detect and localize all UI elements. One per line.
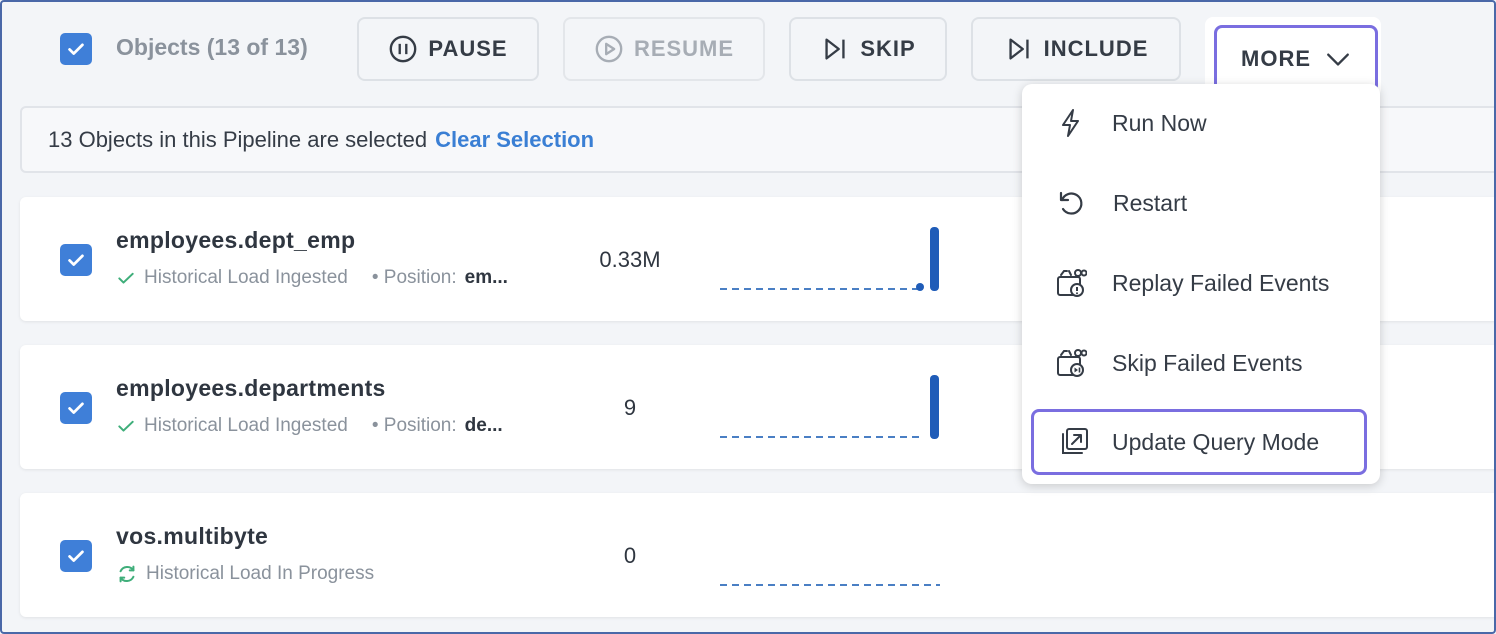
events-sparkline — [720, 227, 939, 291]
resume-label: RESUME — [633, 36, 735, 61]
menu-item-label: Update Query Mode — [1112, 428, 1320, 455]
menu-item-run-now[interactable]: Run Now — [1022, 88, 1380, 158]
check-icon — [118, 272, 134, 284]
events-sparkline — [720, 584, 940, 586]
resume-button[interactable]: RESUME — [563, 17, 765, 81]
selection-text: 13 Objects in this Pipeline are selected — [48, 126, 428, 152]
check-icon — [118, 420, 134, 432]
object-name[interactable]: vos.multibyte — [116, 523, 268, 550]
chevron-down-icon — [1327, 53, 1349, 66]
position-value: de... — [464, 415, 503, 436]
more-dropdown-menu: Run Now Restart Replay Failed Events Ski… — [1022, 84, 1380, 484]
object-name[interactable]: employees.dept_emp — [116, 227, 355, 254]
position-label: • Position: — [371, 415, 457, 436]
more-label: MORE — [1241, 46, 1311, 71]
menu-item-label: Run Now — [1112, 109, 1207, 136]
table-row[interactable]: vos.multibyte Historical Load In Progres… — [20, 493, 1496, 617]
include-label: INCLUDE — [1043, 36, 1149, 61]
check-icon — [68, 43, 84, 55]
skip-failed-icon — [1054, 346, 1088, 380]
menu-item-replay-failed-events[interactable]: Replay Failed Events — [1022, 248, 1380, 318]
menu-item-label: Replay Failed Events — [1112, 269, 1330, 296]
skip-icon — [825, 38, 845, 60]
skip-label: SKIP — [860, 36, 916, 61]
include-icon — [1009, 38, 1029, 60]
status-text: Historical Load In Progress — [146, 563, 375, 584]
check-icon — [68, 550, 84, 562]
restart-icon — [1054, 186, 1088, 220]
check-icon — [68, 254, 84, 266]
check-icon — [68, 402, 84, 414]
object-name[interactable]: employees.departments — [116, 375, 386, 402]
include-button[interactable]: INCLUDE — [971, 17, 1181, 81]
position-value: em... — [464, 267, 508, 288]
menu-item-label: Skip Failed Events — [1112, 349, 1303, 376]
menu-item-skip-failed-events[interactable]: Skip Failed Events — [1022, 328, 1380, 398]
event-count: 0 — [623, 543, 637, 568]
row-checkbox[interactable] — [60, 244, 92, 276]
position-label: • Position: — [371, 267, 457, 288]
status-text: Historical Load Ingested — [144, 415, 348, 436]
play-icon — [595, 35, 623, 63]
update-query-icon — [1057, 425, 1091, 459]
object-status: Historical Load Ingested • Position: de.… — [116, 415, 503, 437]
events-sparkline — [720, 375, 939, 439]
sync-icon — [119, 565, 135, 583]
object-status: Historical Load Ingested • Position: em.… — [116, 267, 508, 289]
pause-icon — [390, 35, 417, 63]
pause-label: PAUSE — [428, 36, 508, 61]
clear-selection-link[interactable]: Clear Selection — [435, 127, 594, 153]
replay-failed-icon — [1054, 266, 1088, 300]
menu-item-restart[interactable]: Restart — [1022, 168, 1380, 238]
row-checkbox[interactable] — [60, 392, 92, 424]
event-count: 0.33M — [599, 247, 661, 272]
skip-button[interactable]: SKIP — [789, 17, 947, 81]
lightning-icon — [1054, 106, 1088, 140]
menu-item-update-query-mode[interactable]: Update Query Mode — [1031, 409, 1367, 475]
object-status: Historical Load In Progress — [116, 563, 374, 585]
more-button[interactable]: MORE — [1214, 25, 1378, 93]
select-all-checkbox[interactable] — [60, 33, 92, 65]
objects-count-label: Objects (13 of 13) — [116, 34, 308, 60]
status-text: Historical Load Ingested — [144, 267, 348, 288]
pause-button[interactable]: PAUSE — [357, 17, 539, 81]
row-checkbox[interactable] — [60, 540, 92, 572]
event-count: 9 — [623, 395, 637, 420]
menu-item-label: Restart — [1113, 189, 1188, 216]
